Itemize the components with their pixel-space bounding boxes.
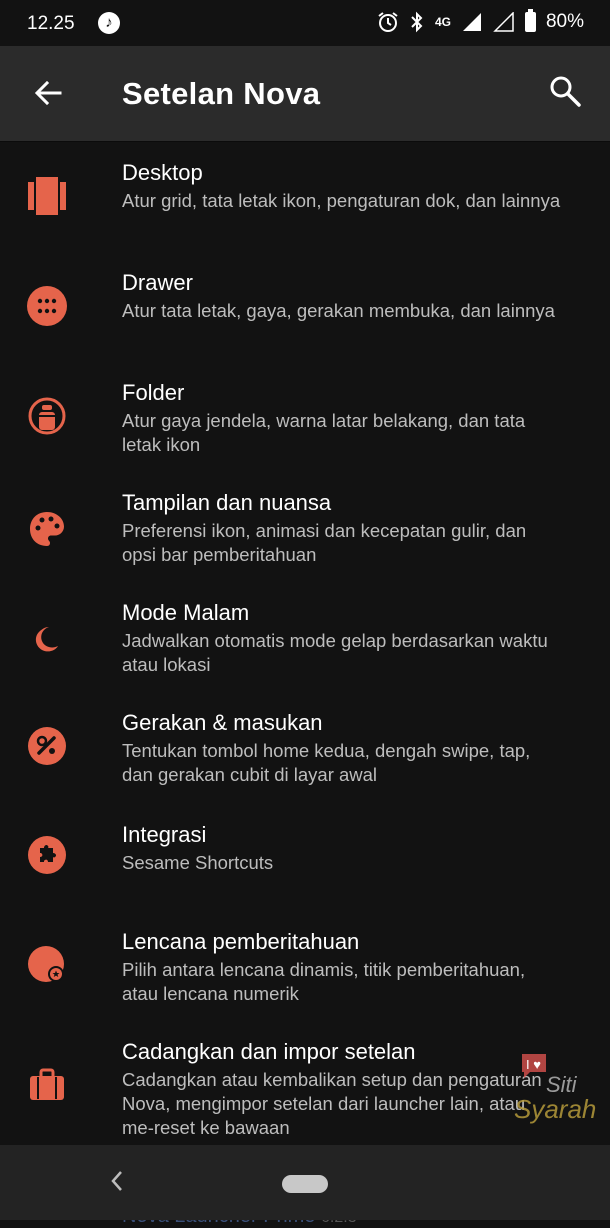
setting-title: Cadangkan dan impor setelan xyxy=(122,1039,416,1064)
setting-subtitle: Sesame Shortcuts xyxy=(122,852,274,873)
search-icon xyxy=(550,76,581,107)
svg-text:I ♥: I ♥ xyxy=(526,1057,541,1072)
music-note-icon: ♪ xyxy=(98,12,120,34)
setting-notification-badges[interactable]: Lencana pemberitahuan Pilih antara lenca… xyxy=(0,902,610,1012)
page-title: Setelan Nova xyxy=(122,76,321,111)
nav-back-button[interactable] xyxy=(108,1169,126,1200)
setting-gestures[interactable]: Gerakan & masukan Tentukan tombol home k… xyxy=(0,692,610,802)
network-type: 4G xyxy=(434,15,451,29)
watermark-logo: I ♥ Siti Syarah xyxy=(512,1050,602,1130)
nav-home-pill[interactable] xyxy=(282,1175,328,1193)
moon-icon xyxy=(35,627,58,652)
watermark-line2: Syarah xyxy=(514,1094,597,1124)
setting-folder[interactable]: Folder Atur gaya jendela, warna latar be… xyxy=(0,362,610,472)
setting-title: Lencana pemberitahuan xyxy=(122,929,360,954)
setting-title: Integrasi xyxy=(122,822,207,847)
setting-subtitle: Cadangkan atau kembalikan setup dan peng… xyxy=(122,1069,542,1138)
back-button[interactable] xyxy=(26,71,70,115)
battery-icon xyxy=(524,9,536,32)
setting-title: Mode Malam xyxy=(122,600,250,625)
setting-subtitle: Pilih antara lencana dinamis, titik pemb… xyxy=(122,959,526,1004)
setting-subtitle: Atur gaya jendela, warna latar belakang,… xyxy=(122,410,526,455)
status-bar: 12.25 ♪ 4G 80% xyxy=(0,0,610,46)
search-button[interactable] xyxy=(548,74,588,114)
setting-title: Desktop xyxy=(122,160,203,185)
chevron-left-icon xyxy=(111,1171,122,1191)
setting-drawer[interactable]: Drawer Atur tata letak, gaya, gerakan me… xyxy=(0,252,610,362)
gesture-icon xyxy=(28,727,66,765)
setting-title: Gerakan & masukan xyxy=(122,710,323,735)
navigation-bar xyxy=(0,1145,610,1220)
setting-subtitle: Jadwalkan otomatis mode gelap berdasarka… xyxy=(122,630,548,675)
setting-look-and-feel[interactable]: Tampilan dan nuansa Preferensi ikon, ani… xyxy=(0,472,610,582)
signal-empty-icon xyxy=(493,12,514,32)
status-icons: 4G 80% xyxy=(377,9,584,33)
setting-title: Folder xyxy=(122,380,185,405)
setting-title: Tampilan dan nuansa xyxy=(122,490,332,515)
alarm-icon xyxy=(378,12,398,32)
puzzle-icon xyxy=(28,836,66,874)
setting-subtitle: Preferensi ikon, animasi dan kecepatan g… xyxy=(122,520,527,565)
setting-title: Drawer xyxy=(122,270,193,295)
setting-desktop[interactable]: Desktop Atur grid, tata letak ikon, peng… xyxy=(0,142,610,252)
setting-subtitle: Atur tata letak, gaya, gerakan membuka, … xyxy=(122,300,555,321)
battery-level: 80% xyxy=(545,11,584,32)
palette-icon xyxy=(30,512,64,546)
status-time: 12.25 xyxy=(27,13,75,34)
arrow-back-icon xyxy=(34,80,62,106)
badge-icon xyxy=(28,946,64,982)
drawer-icon xyxy=(27,286,67,326)
folder-icon xyxy=(28,397,66,435)
backup-icon xyxy=(30,1068,64,1100)
signal-icon xyxy=(462,13,481,31)
bluetooth-icon xyxy=(411,11,423,33)
app-bar: Setelan Nova xyxy=(0,46,610,142)
setting-subtitle: Tentukan tombol home kedua, dengah swipe… xyxy=(122,740,531,785)
setting-night-mode[interactable]: Mode Malam Jadwalkan otomatis mode gelap… xyxy=(0,582,610,692)
setting-subtitle: Atur grid, tata letak ikon, pengaturan d… xyxy=(122,190,561,211)
desktop-icon xyxy=(28,177,66,215)
setting-integration[interactable]: Integrasi Sesame Shortcuts xyxy=(0,802,610,902)
